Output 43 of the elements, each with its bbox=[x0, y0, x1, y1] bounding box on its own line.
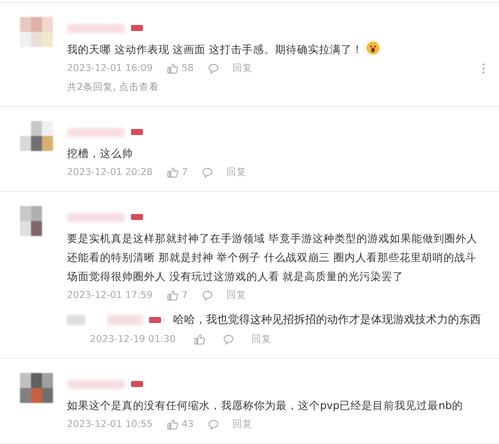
reply-button[interactable]: 回复 bbox=[226, 289, 247, 302]
thumbs-up-icon[interactable] bbox=[166, 419, 178, 430]
comment-icon[interactable] bbox=[202, 290, 213, 301]
blurred-username bbox=[67, 380, 125, 388]
like-count: 58 bbox=[182, 63, 194, 74]
reply-button[interactable]: 回复 bbox=[232, 418, 253, 431]
level-badge bbox=[131, 214, 143, 220]
level-badge bbox=[131, 129, 143, 135]
blurred-username bbox=[67, 24, 125, 32]
comment-text: 要是实机真是这样那就封神了在手游领域 毕竟手游这种类型的游戏如果能做到圈外人还能看的特别清晰 那就是封神 举个例子 什么战双崩三 圈内人看那些花里胡哨的战斗场面觉得很帅圈外人 没有玩过这游戏的人看 就是高质量的光污染罢了 bbox=[67, 233, 478, 283]
reply-text: 哈哈，我也觉得这种见招拆招的动作才是体现游戏技术力的东西 bbox=[173, 312, 481, 327]
comment-time: 2023-12-01 20:28 bbox=[67, 167, 153, 178]
thumbs-up-icon[interactable] bbox=[166, 290, 178, 301]
comment-time: 2023-12-19 01:30 bbox=[90, 334, 176, 345]
avatar[interactable] bbox=[20, 121, 53, 151]
level-badge bbox=[131, 25, 143, 31]
thumbs-up-icon[interactable] bbox=[166, 167, 178, 178]
comment-icon[interactable] bbox=[222, 334, 234, 345]
comment-text: 我的天哪 这动作表现 这画面 这打击手感。期待确实拉满了！ bbox=[67, 44, 364, 56]
comment-icon[interactable] bbox=[202, 167, 213, 178]
view-replies-link[interactable]: 共2条回复, 点击查看 bbox=[67, 82, 160, 93]
comment-icon[interactable] bbox=[208, 419, 219, 430]
thumbs-up-icon[interactable] bbox=[166, 63, 178, 74]
comment-time: 2023-12-01 10:55 bbox=[67, 419, 153, 430]
like-count: 7 bbox=[182, 167, 188, 178]
comment-time: 2023-12-01 17:59 bbox=[67, 290, 153, 301]
comment-text: 挖槽，这么帅 bbox=[67, 148, 133, 160]
level-badge bbox=[131, 381, 143, 387]
like-count: 7 bbox=[182, 290, 188, 301]
comment-text: 如果这个是真的没有任何缩水，我愿称你为最，这个pvp已经是目前我见过最nb的 bbox=[67, 400, 463, 412]
comment-time: 2023-12-01 16:09 bbox=[67, 63, 153, 74]
avatar[interactable] bbox=[20, 373, 53, 403]
blurred-username bbox=[67, 212, 125, 222]
blurred-username bbox=[67, 128, 125, 136]
blurred-username bbox=[107, 314, 143, 324]
like-count: 43 bbox=[182, 419, 194, 430]
reply-button[interactable]: 回复 bbox=[226, 166, 247, 179]
thumbs-up-icon[interactable] bbox=[194, 334, 205, 345]
reply-button[interactable]: 回复 bbox=[232, 62, 253, 75]
more-menu-icon[interactable] bbox=[482, 63, 485, 74]
reply-button[interactable]: 回复 bbox=[252, 333, 272, 346]
comment-icon[interactable] bbox=[208, 63, 219, 74]
level-badge bbox=[149, 316, 161, 322]
